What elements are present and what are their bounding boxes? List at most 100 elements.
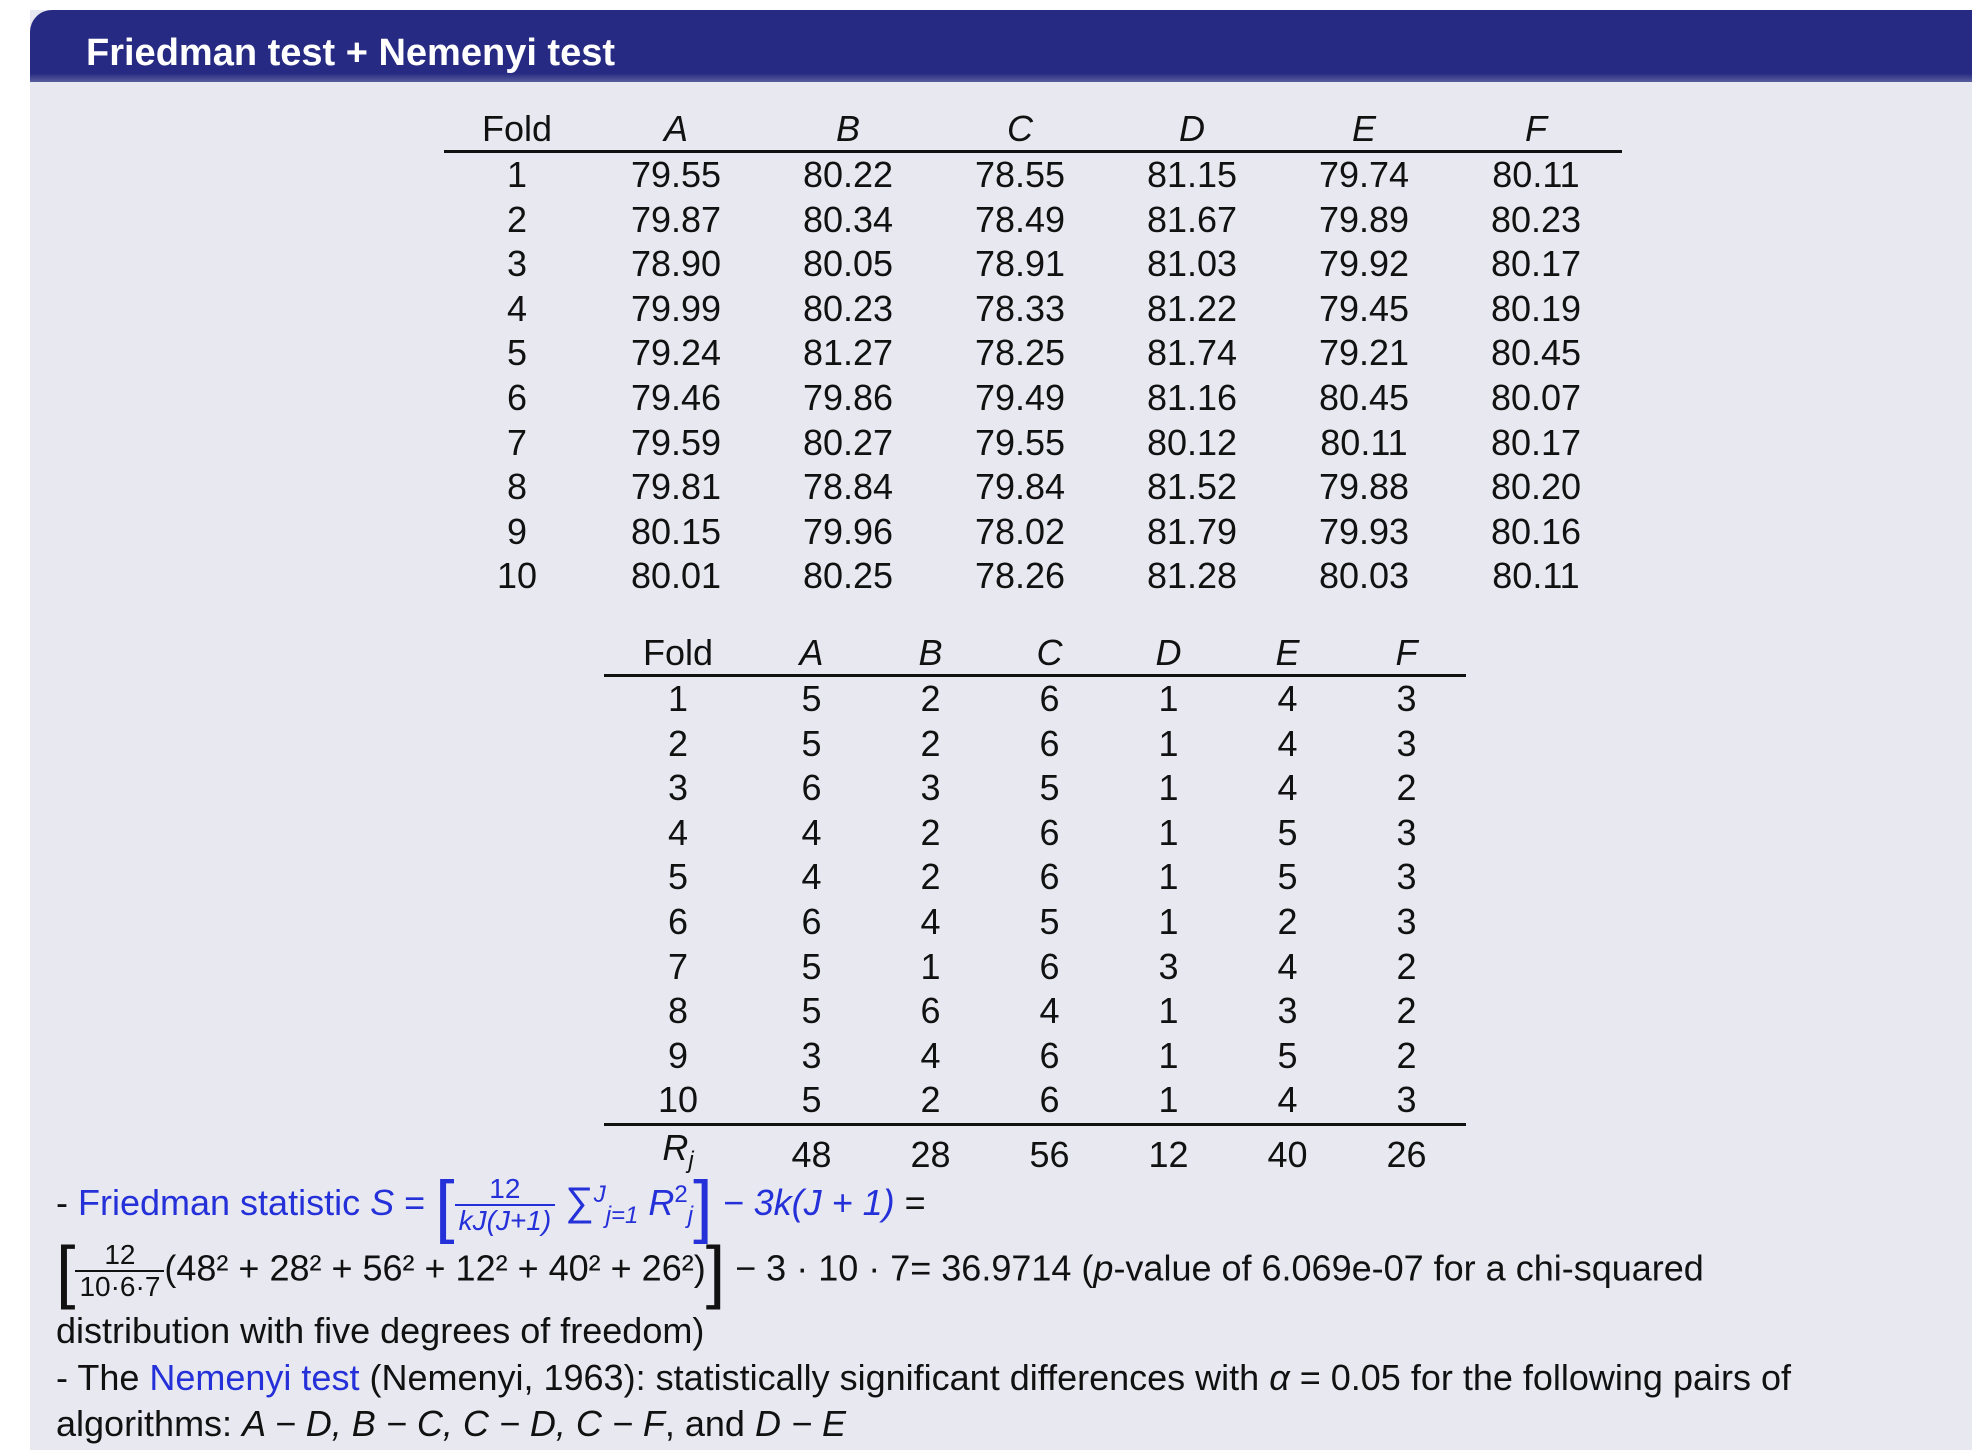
table-cell: 79.81 (630, 466, 722, 508)
table-cell: 78.55 (974, 154, 1066, 195)
table-cell: 1 (506, 154, 528, 195)
table-cell: 3 (1396, 811, 1417, 853)
table-cell: 79.46 (630, 376, 722, 418)
column-header: D (1155, 632, 1182, 673)
table-cell: 3 (506, 243, 528, 285)
table-cell: 79.86 (802, 376, 894, 418)
table-cell: 78.25 (974, 332, 1066, 374)
table-cell: 3 (1396, 900, 1417, 942)
pairs-line: algorithms: A − D, B − C, C − D, C − F, … (56, 1403, 846, 1444)
table-cell: 3 (1396, 856, 1417, 898)
table-cell: 4 (920, 900, 941, 942)
table-cell: 5 (801, 722, 822, 764)
table-cell: 5 (801, 1079, 822, 1121)
slide-title: Friedman test + Nemenyi test (86, 32, 616, 74)
table-cell: 1 (1158, 767, 1179, 809)
table-cell: 1 (920, 945, 941, 987)
table-row: 4 4 2 6 1 5 3 (604, 811, 1466, 856)
left-bracket: [ (56, 1232, 76, 1310)
table-cell: 4 (506, 287, 528, 329)
equals-tail: = (894, 1182, 926, 1223)
table-cell: 80.45 (1490, 332, 1582, 374)
table-cell: 7 (506, 421, 528, 463)
table-cell: 80.16 (1490, 510, 1582, 552)
table-cell: 79.92 (1318, 243, 1410, 285)
table-cell: 80.34 (802, 198, 894, 240)
table-cell: 80.27 (802, 421, 894, 463)
nemenyi-test-link[interactable]: Nemenyi test (149, 1357, 359, 1398)
table-cell: 80.12 (1146, 421, 1238, 463)
table-cell: 81.67 (1146, 198, 1238, 240)
dash: - (56, 1182, 78, 1223)
table-row: 7 79.59 80.27 79.55 80.12 80.11 80.17 (444, 421, 1622, 466)
table-cell: 9 (506, 510, 528, 552)
table-cell: 80.22 (802, 154, 894, 195)
accuracy-table-header: Fold A B C D E F (444, 100, 1622, 152)
table-cell: 3 (1158, 945, 1179, 987)
table-cell: 6 (1039, 945, 1060, 987)
table-row: 2 79.87 80.34 78.49 81.67 79.89 80.23 (444, 198, 1622, 243)
table-cell: 4 (1277, 722, 1298, 764)
table-cell: 78.02 (974, 510, 1066, 552)
table-cell: 5 (667, 856, 689, 898)
table-cell: 80.17 (1490, 243, 1582, 285)
table-cell: 5 (1277, 811, 1298, 853)
table-cell: 3 (1396, 678, 1417, 719)
table-cell: 80.20 (1490, 466, 1582, 508)
table-cell: 80.23 (1490, 198, 1582, 240)
title-bar: Friedman test + Nemenyi test (30, 10, 1972, 82)
friedman-statistic-link[interactable]: Friedman statistic (78, 1182, 360, 1223)
table-cell: 79.93 (1318, 510, 1410, 552)
table-cell: 10 (496, 555, 538, 597)
table-row: 3 6 3 5 1 4 2 (604, 766, 1466, 811)
table-cell: 8 (667, 990, 689, 1032)
rank-table-header: Fold A B C D E F (604, 624, 1466, 676)
table-cell: 81.22 (1146, 287, 1238, 329)
table-cell: 5 (1039, 767, 1060, 809)
friedman-computation-line: [12 10·6·7 (48² + 28² + 56² + 12² + 40² + … (56, 1236, 1956, 1306)
table-cell: 79.55 (974, 421, 1066, 463)
table-cell: 81.16 (1146, 376, 1238, 418)
table-cell: 81.74 (1146, 332, 1238, 374)
table-cell: 3 (1396, 722, 1417, 764)
table-cell: 78.49 (974, 198, 1066, 240)
fraction-12-10-6-7: 12 10·6·7 (75, 1240, 165, 1302)
table-cell: 6 (920, 990, 941, 1032)
table-cell: 80.11 (1320, 421, 1408, 463)
table-row: 10 80.01 80.25 78.26 81.28 80.03 80.11 (444, 554, 1622, 599)
table-cell: 5 (1277, 1034, 1298, 1076)
table-cell: 6 (1039, 1079, 1060, 1121)
table-cell: 3 (801, 1034, 822, 1076)
table-cell: 79.84 (974, 466, 1066, 508)
column-header: E (1351, 108, 1376, 149)
last-pair: D − E (754, 1403, 846, 1444)
table-cell: 10 (657, 1079, 699, 1121)
table-row: 1 5 2 6 1 4 3 (604, 676, 1466, 722)
column-header: C (1007, 108, 1033, 149)
table-cell: 79.21 (1318, 332, 1410, 374)
table-cell: 6 (506, 376, 528, 418)
table-cell: 3 (667, 767, 689, 809)
table-cell: 80.23 (802, 287, 894, 329)
table-cell: 6 (1039, 1034, 1060, 1076)
equals: = (394, 1182, 436, 1223)
table-cell: 2 (1396, 990, 1417, 1032)
computation-result: − 3 · 10 · 7= 36.9714 ( (725, 1247, 1094, 1289)
table-cell: 79.55 (630, 154, 722, 195)
table-cell: 3 (1277, 990, 1298, 1032)
table-cell: 2 (1277, 900, 1298, 942)
table-cell: 78.33 (974, 287, 1066, 329)
column-header: F (1395, 632, 1418, 673)
table-cell: 2 (1396, 767, 1417, 809)
table-cell: 80.11 (1492, 555, 1580, 597)
table-cell: 2 (667, 722, 689, 764)
table-cell: 80.03 (1318, 555, 1410, 597)
table-cell: 1 (1158, 722, 1179, 764)
table-cell: 3 (1396, 1079, 1417, 1121)
table-cell: 80.05 (802, 243, 894, 285)
alpha-symbol: α (1269, 1357, 1290, 1398)
p-value-text: -value of 6.069e-07 for a chi-squared (1113, 1247, 1704, 1289)
top-strip (0, 0, 1972, 10)
table-cell: 4 (920, 1034, 941, 1076)
column-header: B (918, 632, 943, 673)
